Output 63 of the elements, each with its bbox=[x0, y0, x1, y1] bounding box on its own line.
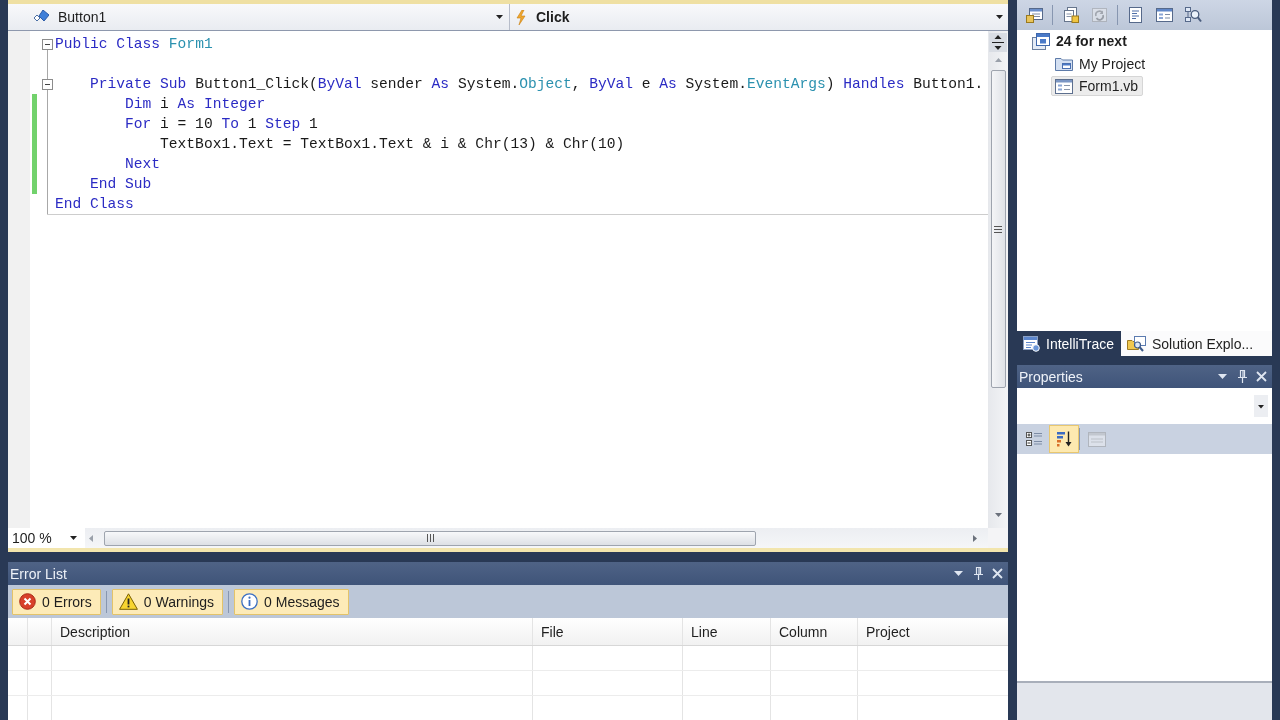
sort-icon[interactable] bbox=[1049, 425, 1079, 453]
scroll-thumb[interactable] bbox=[104, 530, 756, 546]
list-window-icon bbox=[1023, 335, 1040, 352]
scroll-thumb[interactable] bbox=[990, 70, 1006, 388]
zoom-dropdown[interactable]: 100 % bbox=[8, 528, 85, 548]
tree-item[interactable]: Form1.vb bbox=[1051, 76, 1144, 97]
collapse-icon[interactable] bbox=[42, 79, 53, 90]
panel-title: Properties bbox=[1019, 368, 1083, 385]
folder-magnifier-icon bbox=[1126, 335, 1146, 352]
code-line: For i = 10 To 1 Step 1 bbox=[125, 115, 318, 134]
caret-icon bbox=[70, 536, 77, 540]
code-line: TextBox1.Text = TextBox1.Text & i & Chr(13) & Chr(10) bbox=[160, 135, 625, 154]
code-line: Public Class Form1 bbox=[55, 35, 213, 54]
diamond-icon bbox=[34, 10, 49, 24]
code-line: End Sub bbox=[90, 175, 152, 194]
warning-icon bbox=[118, 593, 138, 610]
caret-icon[interactable] bbox=[954, 571, 963, 576]
folder-icon bbox=[1055, 56, 1073, 72]
category-list-icon[interactable] bbox=[1026, 431, 1043, 447]
tree-item[interactable]: My Project bbox=[1051, 53, 1151, 74]
pin-icon[interactable] bbox=[1238, 370, 1247, 383]
type-dropdown[interactable]: Button1 bbox=[8, 4, 510, 30]
document-lines-icon[interactable] bbox=[1127, 7, 1144, 23]
filter-button[interactable]: 0 Messages bbox=[234, 588, 349, 615]
column-header[interactable]: Description bbox=[52, 618, 533, 645]
window-list-icon[interactable] bbox=[1026, 7, 1043, 23]
code-line: Next bbox=[125, 155, 161, 174]
filter-button[interactable]: 0 Errors bbox=[12, 588, 101, 615]
lightning-icon bbox=[516, 9, 526, 25]
close-icon[interactable] bbox=[992, 568, 1003, 579]
caret-icon bbox=[996, 15, 1003, 19]
horizontal-scrollbar[interactable] bbox=[85, 528, 988, 548]
pin-icon[interactable] bbox=[974, 567, 983, 580]
panel-tab[interactable]: IntelliTrace bbox=[1017, 331, 1119, 356]
panel-tab[interactable]: Solution Explo... bbox=[1120, 331, 1272, 356]
caret-icon bbox=[1254, 395, 1268, 417]
scroll-down-icon[interactable] bbox=[994, 513, 1002, 517]
column-header[interactable]: Column bbox=[771, 618, 858, 645]
split-window-button[interactable] bbox=[989, 33, 1007, 52]
code-line: Dim i As Integer bbox=[125, 95, 266, 114]
filter-button[interactable]: 0 Warnings bbox=[111, 588, 224, 615]
grip-icon bbox=[994, 225, 1002, 233]
column-header[interactable]: File bbox=[533, 618, 683, 645]
form-layout-icon[interactable] bbox=[1156, 7, 1173, 23]
panel-title: Error List bbox=[10, 565, 67, 582]
form-icon bbox=[1055, 78, 1073, 94]
info-icon bbox=[241, 593, 259, 610]
pages-icon[interactable] bbox=[1062, 7, 1079, 23]
diagram-magnifier-icon[interactable] bbox=[1185, 7, 1202, 23]
grip-icon bbox=[426, 534, 434, 542]
tree-item[interactable]: 24 for next bbox=[1028, 30, 1132, 52]
close-icon[interactable] bbox=[1256, 371, 1267, 382]
column-header[interactable]: Project bbox=[858, 618, 1008, 645]
vertical-scrollbar[interactable] bbox=[988, 31, 1008, 528]
caret-icon[interactable] bbox=[1218, 374, 1227, 379]
caret-icon bbox=[496, 15, 503, 19]
code-line: End Class bbox=[55, 195, 134, 214]
error-icon bbox=[19, 593, 36, 610]
code-line: Private Sub Button1_Click(ByVal sender As System.Object, ByVal e As System.EventArgs) Handles Button1. bbox=[90, 75, 984, 94]
scroll-right-icon[interactable] bbox=[973, 534, 977, 542]
column-header[interactable]: Line bbox=[683, 618, 771, 645]
member-dropdown[interactable]: Click bbox=[510, 4, 1008, 30]
collapse-icon[interactable] bbox=[42, 39, 53, 50]
